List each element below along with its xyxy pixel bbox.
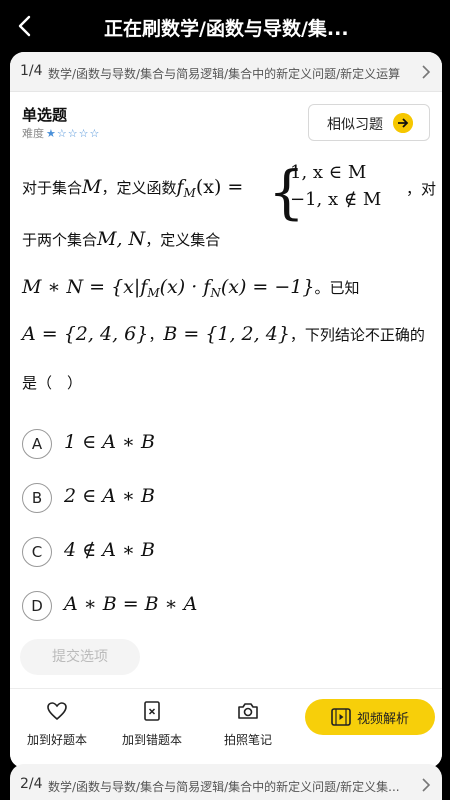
next-question-card[interactable]: 2/4 数学/函数与导数/集合与简易逻辑/集合中的新定义问题/新定义集...: [10, 764, 442, 800]
case-2: −1, x ∉ M: [290, 189, 382, 210]
star-icon: ★: [46, 126, 56, 140]
page-title: 正在刷数学/函数与导数/集...: [104, 18, 349, 40]
add-favorite-label: 加到好题本: [26, 733, 87, 747]
add-favorite-button[interactable]: 加到好题本: [17, 699, 97, 755]
breadcrumb-path: 数学/函数与导数/集合与简易逻辑/集合中的新定义问题/新定义运算: [48, 67, 401, 81]
video-play-icon: [331, 708, 351, 726]
option-text: A ∗ B = B ∗ A: [64, 593, 198, 615]
breadcrumb-path: 数学/函数与导数/集合与简易逻辑/集合中的新定义问题/新定义集...: [48, 780, 400, 794]
option-d[interactable]: D A ∗ B = B ∗ A: [22, 591, 422, 625]
video-analysis-button[interactable]: 视频解析: [305, 699, 435, 735]
question-line-1: 对于集合M，定义函数fM(x) =: [22, 176, 244, 200]
question-line-5: 是（ ）: [22, 374, 83, 392]
similar-questions-button[interactable]: 相似习题: [308, 104, 430, 141]
option-text: 4 ∉ A ∗ B: [64, 539, 155, 561]
option-letter: C: [22, 537, 52, 567]
question-type: 单选题: [22, 106, 68, 124]
option-letter: B: [22, 483, 52, 513]
question-index: 1/4: [20, 63, 43, 79]
heart-icon: [47, 702, 67, 721]
similar-questions-label: 相似习题: [327, 117, 383, 133]
case-1: 1, x ∈ M: [290, 162, 367, 183]
difficulty-label: 难度: [22, 127, 44, 140]
question-index: 2/4: [20, 776, 43, 792]
add-mistake-label: 加到错题本: [121, 733, 182, 747]
question-line-2: 于两个集合M, N，定义集合: [22, 228, 221, 250]
option-b[interactable]: B 2 ∈ A ∗ B: [22, 483, 422, 517]
submit-button[interactable]: 提交选项: [20, 639, 140, 675]
breadcrumb[interactable]: 1/4 数学/函数与导数/集合与简易逻辑/集合中的新定义问题/新定义运算: [10, 52, 442, 92]
add-mistake-button[interactable]: 加到错题本: [112, 699, 192, 755]
top-bar: 正在刷数学/函数与导数/集...: [0, 0, 450, 52]
option-letter: A: [22, 429, 52, 459]
photo-note-button[interactable]: 拍照笔记: [208, 699, 288, 755]
action-toolbar: 加到好题本 加到错题本 拍照笔记 视频解析: [10, 688, 442, 768]
chevron-right-icon: [422, 778, 431, 792]
question-card: 1/4 数学/函数与导数/集合与简易逻辑/集合中的新定义问题/新定义运算 单选题…: [10, 52, 442, 768]
question-line-4: A = {2, 4, 6}，B = {1, 2, 4}，下列结论不正确的: [22, 323, 425, 345]
difficulty-stars: ★ ☆ ☆ ☆ ☆: [46, 128, 100, 139]
video-analysis-label: 视频解析: [357, 712, 410, 727]
question-line-3: M ∗ N = {x|fM(x) · fN(x) = −1}。已知: [22, 276, 360, 300]
mistake-book-icon: [144, 701, 160, 721]
camera-icon: [238, 703, 258, 719]
option-letter: D: [22, 591, 52, 621]
option-a[interactable]: A 1 ∈ A ∗ B: [22, 429, 422, 463]
photo-note-label: 拍照笔记: [223, 733, 272, 747]
back-arrow-icon[interactable]: [12, 12, 40, 40]
option-text: 1 ∈ A ∗ B: [64, 431, 155, 453]
star-icon: ☆: [89, 126, 100, 140]
star-icon: ☆: [67, 126, 78, 140]
star-icon: ☆: [78, 126, 89, 140]
star-icon: ☆: [56, 126, 67, 140]
arrow-right-icon: [393, 113, 413, 133]
difficulty: 难度 ★ ☆ ☆ ☆ ☆: [22, 125, 100, 141]
chevron-right-icon: [422, 65, 431, 79]
question-line-1-end: ，对: [406, 180, 437, 198]
option-text: 2 ∈ A ∗ B: [64, 485, 155, 507]
option-c[interactable]: C 4 ∉ A ∗ B: [22, 537, 422, 571]
